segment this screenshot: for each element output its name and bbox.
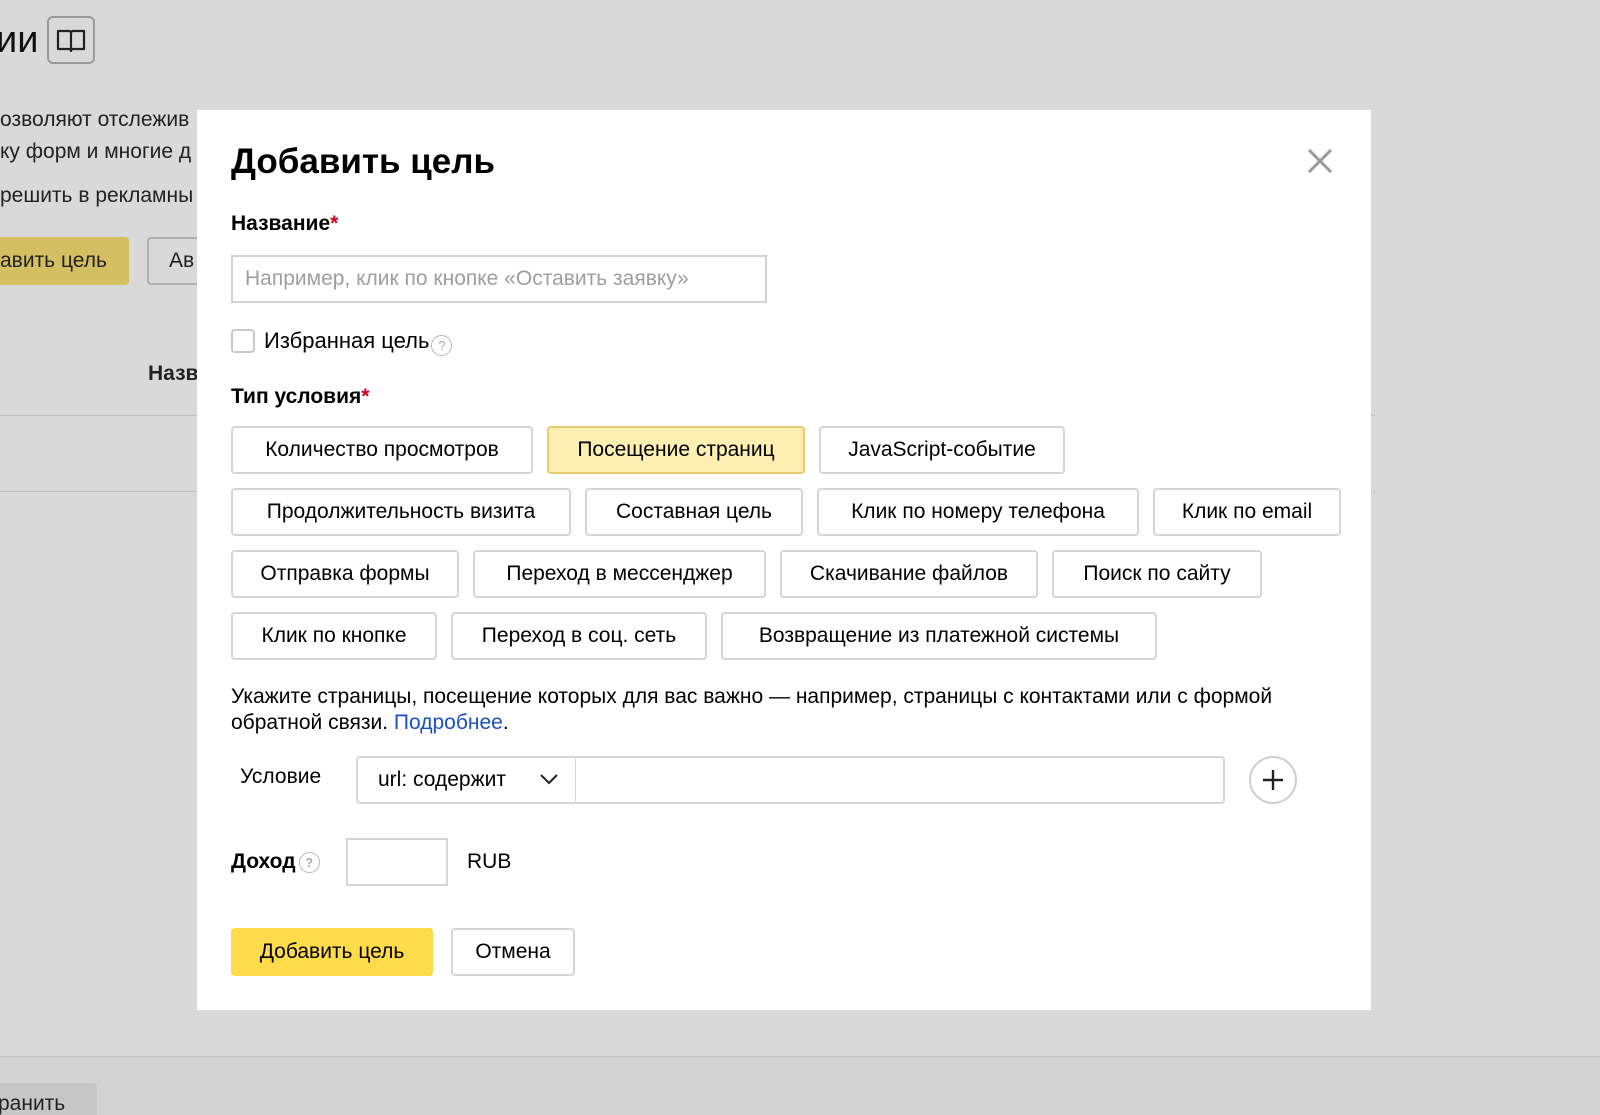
required-mark: * bbox=[361, 385, 370, 408]
type-visit-duration-button[interactable]: Продолжительность визита bbox=[231, 488, 571, 536]
background-text-line: решить в рекламны bbox=[0, 184, 194, 207]
add-condition-button[interactable] bbox=[1249, 756, 1297, 804]
type-phone-click-button[interactable]: Клик по номеру телефона bbox=[817, 488, 1139, 536]
income-label: Доход ? bbox=[231, 850, 320, 874]
type-messenger-button[interactable]: Переход в мессенджер bbox=[473, 550, 766, 598]
favorite-goal-row: Избранная цель ? bbox=[231, 328, 453, 356]
name-label-text: Название bbox=[231, 212, 331, 235]
modal-title: Добавить цель bbox=[231, 142, 495, 181]
plus-icon bbox=[1263, 770, 1283, 790]
book-icon[interactable] bbox=[47, 16, 95, 64]
hint-text: Укажите страницы, посещение которых для … bbox=[231, 685, 1273, 734]
type-button-click-button[interactable]: Клик по кнопке bbox=[231, 612, 437, 660]
background-text-line: ку форм и многие д bbox=[0, 140, 192, 163]
help-icon-glyph: ? bbox=[438, 337, 446, 353]
income-label-text: Доход bbox=[231, 850, 296, 873]
type-site-search-button[interactable]: Поиск по сайту bbox=[1052, 550, 1262, 598]
help-icon-glyph: ? bbox=[305, 854, 314, 870]
book-icon-glyph bbox=[56, 29, 86, 52]
condition-type-label-text: Тип условия bbox=[231, 385, 362, 408]
goal-name-input[interactable] bbox=[231, 255, 767, 303]
condition-hint: Укажите страницы, посещение которых для … bbox=[231, 684, 1331, 736]
type-form-submit-button[interactable]: Отправка формы bbox=[231, 550, 459, 598]
income-input[interactable] bbox=[346, 838, 448, 886]
add-goal-button[interactable]: Добавить цель bbox=[231, 928, 433, 976]
help-icon[interactable]: ? bbox=[431, 334, 453, 356]
type-file-download-button[interactable]: Скачивание файлов bbox=[780, 550, 1038, 598]
type-composite-goal-button[interactable]: Составная цель bbox=[585, 488, 803, 536]
condition-operator-value: url: содержит bbox=[378, 768, 506, 791]
background-text-line: озволяют отслежив bbox=[0, 108, 190, 131]
cancel-button[interactable]: Отмена bbox=[451, 928, 575, 976]
close-icon[interactable] bbox=[1305, 146, 1335, 176]
type-payment-return-button[interactable]: Возвращение из платежной системы bbox=[721, 612, 1157, 660]
more-info-link[interactable]: Подробнее bbox=[394, 711, 503, 734]
hint-end: . bbox=[502, 711, 509, 734]
type-page-visit-button[interactable]: Посещение страниц bbox=[547, 426, 805, 474]
background-add-goal-button[interactable]: авить цель bbox=[0, 237, 129, 285]
favorite-goal-label[interactable]: Избранная цель bbox=[264, 328, 429, 354]
condition-value-input[interactable] bbox=[575, 756, 1225, 804]
type-social-network-button[interactable]: Переход в соц. сеть bbox=[451, 612, 707, 660]
type-javascript-event-button[interactable]: JavaScript-событие bbox=[819, 426, 1065, 474]
name-label: Название* bbox=[231, 212, 338, 236]
chevron-down-icon bbox=[540, 774, 558, 785]
type-pageviews-button[interactable]: Количество просмотров bbox=[231, 426, 533, 474]
background-title: ии bbox=[0, 19, 39, 61]
condition-label: Условие bbox=[240, 765, 322, 788]
background-save-button[interactable]: ранить bbox=[0, 1083, 97, 1115]
help-icon[interactable]: ? bbox=[298, 851, 320, 873]
add-goal-modal: Добавить цель Название* Избранная цель ?… bbox=[197, 110, 1371, 1010]
type-email-click-button[interactable]: Клик по email bbox=[1153, 488, 1341, 536]
condition-operator-select[interactable]: url: содержит bbox=[356, 756, 576, 804]
favorite-goal-checkbox[interactable] bbox=[231, 329, 255, 353]
currency-label: RUB bbox=[467, 850, 512, 873]
background-column-header: Назв bbox=[148, 362, 199, 385]
required-mark: * bbox=[330, 212, 339, 235]
background-footer bbox=[0, 1056, 1600, 1115]
condition-type-label: Тип условия* bbox=[231, 385, 369, 409]
